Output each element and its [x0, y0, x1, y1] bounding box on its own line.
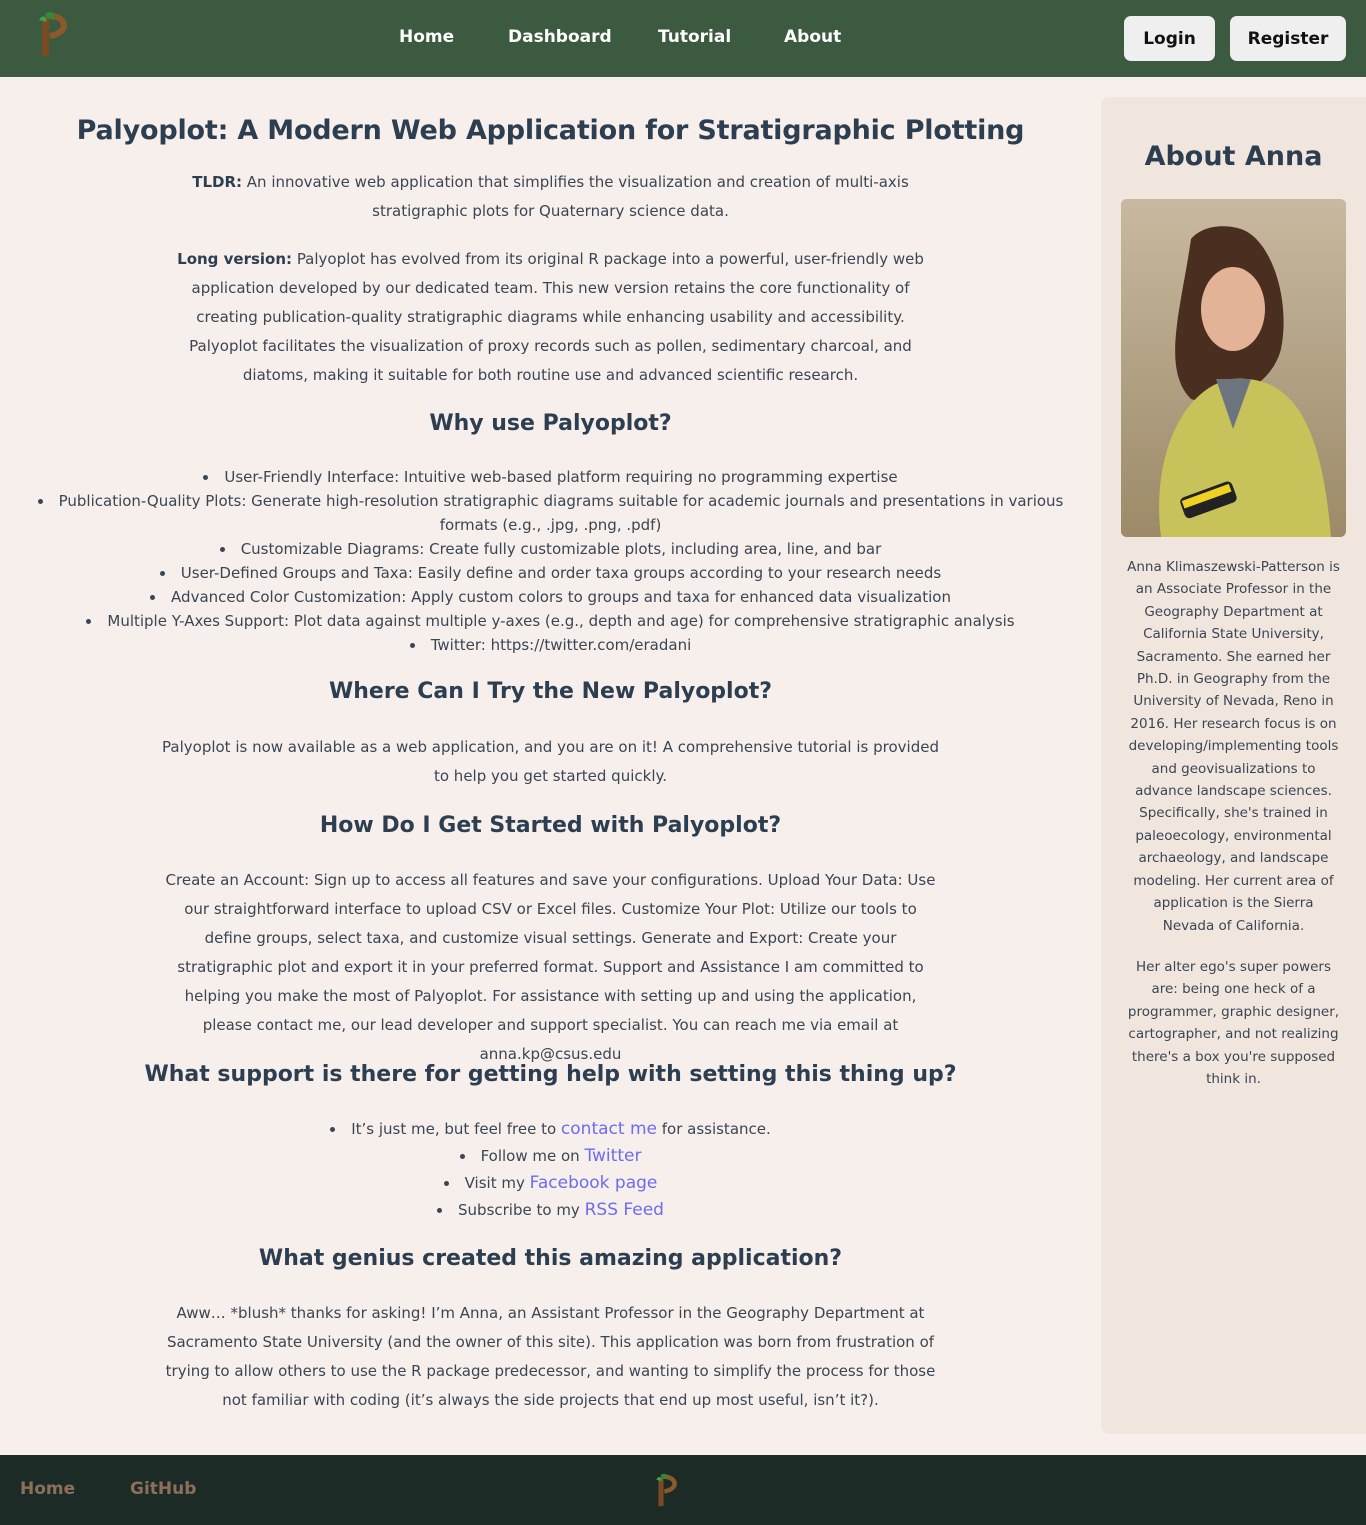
tldr-label: TLDR:: [192, 173, 243, 191]
support-list: It’s just me, but feel free to contact m…: [160, 1116, 941, 1224]
list-item: Customizable Diagrams: Create fully cust…: [20, 537, 1081, 561]
bio-alter-ego-paragraph: Her alter ego's super powers are: being …: [1127, 959, 1340, 1088]
how-heading: How Do I Get Started with Palyoplot?: [319, 813, 782, 838]
top-navbar: Home Dashboard Tutorial About Login Regi…: [0, 0, 1366, 77]
anna-portrait-image: [1121, 199, 1346, 537]
register-button[interactable]: Register: [1230, 16, 1346, 61]
page-footer: Home GitHub: [0, 1455, 1366, 1525]
where-paragraph: Palyoplot is now available as a web appl…: [162, 738, 939, 785]
tldr-paragraph: TLDR: An innovative web application that…: [160, 168, 941, 226]
support-text: Subscribe to my: [458, 1201, 585, 1219]
list-item: Publication-Quality Plots: Generate high…: [20, 489, 1081, 537]
support-heading: What support is there for getting help w…: [144, 1062, 957, 1087]
support-text: Visit my: [464, 1174, 530, 1192]
list-item: Twitter: https://twitter.com/eradani: [20, 633, 1081, 657]
nav-about-link[interactable]: About: [784, 27, 841, 47]
list-item: It’s just me, but feel free to contact m…: [160, 1116, 941, 1143]
nav-dashboard-link[interactable]: Dashboard: [508, 27, 612, 47]
long-version-label: Long version:: [177, 250, 293, 268]
footer-home-link[interactable]: Home: [20, 1479, 75, 1499]
where-heading: Where Can I Try the New Palyoplot?: [328, 679, 772, 704]
about-anna-heading: About Anna: [1144, 141, 1323, 172]
list-item: Visit my Facebook page: [160, 1170, 941, 1197]
list-item: Subscribe to my RSS Feed: [160, 1197, 941, 1224]
login-button[interactable]: Login: [1124, 16, 1215, 61]
bio-paragraph: Anna Klimaszewski-Patterson is an Associ…: [1127, 559, 1340, 934]
nav-tutorial-link[interactable]: Tutorial: [658, 27, 731, 47]
long-version-text: Palyoplot has evolved from its original …: [189, 250, 924, 384]
page-title: Palyoplot: A Modern Web Application for …: [76, 115, 1025, 146]
why-use-heading: Why use Palyoplot?: [429, 411, 672, 436]
support-text: It’s just me, but feel free to: [351, 1120, 561, 1138]
features-list: User-Friendly Interface: Intuitive web-b…: [20, 465, 1081, 657]
twitter-link[interactable]: Twitter: [584, 1146, 641, 1166]
list-item: Multiple Y-Axes Support: Plot data again…: [20, 609, 1081, 633]
nav-home-link[interactable]: Home: [399, 27, 454, 47]
support-text: for assistance.: [656, 1120, 771, 1138]
palyoplot-footer-logo-icon: [656, 1473, 677, 1507]
list-item: User-Friendly Interface: Intuitive web-b…: [20, 465, 1081, 489]
about-sidebar: About Anna Anna Klimaszewski-Patterson i…: [1101, 97, 1366, 1434]
how-paragraph: Create an Account: Sign up to access all…: [165, 871, 936, 1063]
list-item: User-Defined Groups and Taxa: Easily def…: [20, 561, 1081, 585]
genius-paragraph: Aww… *blush* thanks for asking! I’m Anna…: [165, 1304, 936, 1409]
list-item: Follow me on Twitter: [160, 1143, 941, 1170]
genius-heading: What genius created this amazing applica…: [258, 1246, 843, 1271]
footer-github-link[interactable]: GitHub: [130, 1479, 196, 1499]
main-content: Palyoplot: A Modern Web Application for …: [0, 77, 1101, 1455]
rss-feed-link[interactable]: RSS Feed: [585, 1200, 664, 1220]
long-version-paragraph: Long version: Palyoplot has evolved from…: [160, 245, 941, 390]
list-item: Advanced Color Customization: Apply cust…: [20, 585, 1081, 609]
support-text: Follow me on: [480, 1147, 585, 1165]
tldr-text: An innovative web application that simpl…: [242, 173, 909, 220]
contact-me-link[interactable]: contact me: [561, 1119, 657, 1139]
facebook-page-link[interactable]: Facebook page: [530, 1173, 658, 1193]
